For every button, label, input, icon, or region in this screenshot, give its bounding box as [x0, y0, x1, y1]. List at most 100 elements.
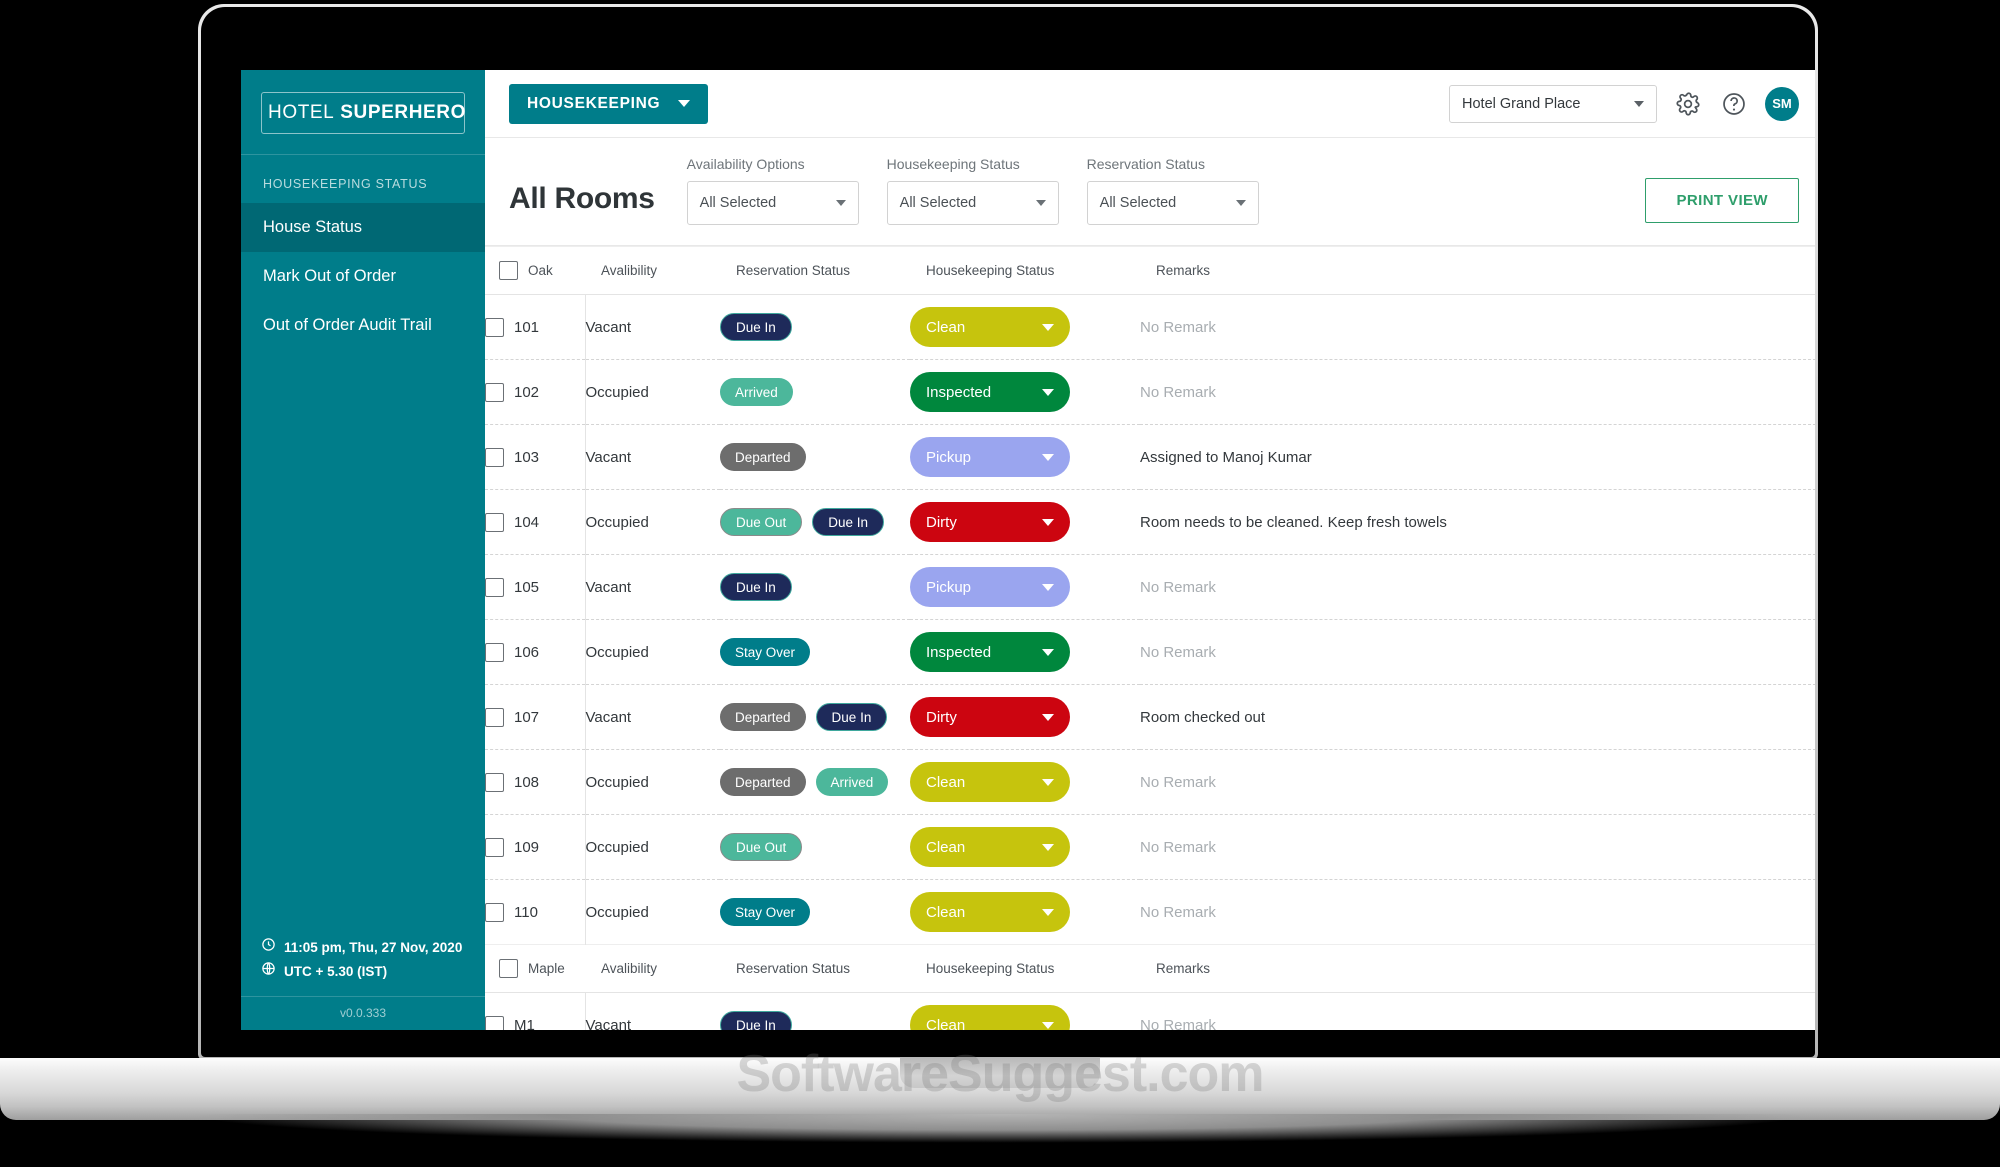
housekeeping-status-cell: Inspected: [910, 619, 1140, 685]
room-number: 107: [514, 708, 540, 726]
remark-text: No Remark: [1140, 838, 1216, 856]
group-header-room: Maple: [485, 944, 585, 993]
housekeeping-status-dropdown[interactable]: Inspected: [910, 632, 1070, 672]
reservation-status-badge: Due In: [720, 573, 792, 601]
filter-reservation-status: Reservation Status All Selected: [1086, 156, 1259, 225]
sidebar-time-text: 11:05 pm, Thu, 27 Nov, 2020: [284, 940, 463, 955]
housekeeping-status-cell: Clean: [910, 879, 1140, 945]
row-checkbox[interactable]: [485, 642, 504, 662]
rooms-table-scroll[interactable]: Oak Avalibility Reservation Status Housekee…: [485, 246, 1815, 1030]
remarks-cell: Room checked out: [1140, 684, 1815, 750]
print-view-button[interactable]: PRINT VIEW: [1645, 178, 1799, 223]
hotel-selector[interactable]: Hotel Grand Place: [1449, 84, 1657, 123]
housekeeping-status-dropdown[interactable]: Clean: [910, 1005, 1070, 1030]
globe-icon: [261, 960, 276, 984]
housekeeping-status-dropdown[interactable]: Pickup: [910, 437, 1070, 477]
housekeeping-status-label: Clean: [926, 773, 966, 791]
room-cell: 107: [485, 684, 586, 750]
sidebar-item-mark-out-of-order[interactable]: Mark Out of Order: [241, 252, 485, 301]
row-checkbox[interactable]: [485, 382, 504, 402]
row-checkbox[interactable]: [485, 902, 504, 922]
sidebar-item-label: House Status: [263, 218, 363, 236]
module-selector-button[interactable]: HOUSEKEEPING: [509, 83, 709, 124]
availability-cell: Occupied: [585, 619, 720, 685]
select-all-checkbox[interactable]: [499, 959, 518, 978]
room-number: 101: [514, 318, 540, 336]
row-checkbox[interactable]: [485, 772, 504, 792]
app-logo[interactable]: HOTEL SUPERHERO: [261, 92, 465, 134]
table-row: 103 Vacant Departed Pickup Assigned to Manoj…: [485, 424, 1815, 490]
reservation-status-cell: Departed Due In: [720, 684, 910, 750]
rooms-table: Oak Avalibility Reservation Status Housekee…: [485, 246, 1815, 1030]
module-selector-label: HOUSEKEEPING: [527, 94, 661, 112]
housekeeping-status-cell: Clean: [910, 814, 1140, 880]
remark-text: No Remark: [1140, 643, 1216, 661]
row-checkbox[interactable]: [485, 707, 504, 727]
housekeeping-status-label: Clean: [926, 838, 966, 856]
group-name: Oak: [528, 263, 553, 278]
room-number: 105: [514, 578, 540, 596]
remark-text: No Remark: [1140, 578, 1216, 596]
reservation-status-badge: Departed: [720, 443, 806, 471]
housekeeping-status-dropdown[interactable]: Clean: [910, 827, 1070, 867]
housekeeping-status-dropdown[interactable]: Clean: [910, 762, 1070, 802]
housekeeping-status-cell: Clean: [910, 992, 1140, 1030]
page-title: All Rooms: [509, 182, 655, 215]
remarks-cell: No Remark: [1140, 992, 1815, 1031]
reservation-status-cell: Due Out Due In: [720, 489, 910, 555]
availability-cell: Occupied: [585, 879, 720, 945]
room-number: 109: [514, 838, 540, 856]
row-checkbox[interactable]: [485, 317, 504, 337]
logo-text-bold: SUPERHERO: [340, 102, 467, 123]
reservation-status-badge: Due Out: [720, 833, 803, 861]
housekeeping-status-dropdown[interactable]: Clean: [910, 892, 1070, 932]
reservation-status-badge: Due In: [812, 508, 885, 536]
housekeeping-status-cell: Pickup: [910, 424, 1140, 490]
table-row: 110 Occupied Stay Over Clean No Remark: [485, 879, 1815, 945]
hotel-selector-value: Hotel Grand Place: [1462, 95, 1581, 112]
table-row: M1 Vacant Due In Clean No Remark: [485, 992, 1815, 1031]
chevron-down-icon: [1042, 713, 1054, 721]
housekeeping-status-dropdown[interactable]: Dirty: [910, 697, 1070, 737]
reservation-status-cell: Departed: [720, 424, 910, 490]
room-number: 108: [514, 773, 540, 791]
question-circle-icon[interactable]: [1719, 89, 1749, 119]
row-checkbox[interactable]: [485, 837, 504, 857]
row-checkbox[interactable]: [485, 447, 504, 467]
select-all-checkbox[interactable]: [499, 261, 518, 280]
availability-options-select[interactable]: All Selected: [686, 181, 859, 225]
housekeeping-status-dropdown[interactable]: Inspected: [910, 372, 1070, 412]
remark-text: Assigned to Manoj Kumar: [1140, 448, 1312, 466]
remark-text: No Remark: [1140, 1016, 1216, 1031]
group-header-row: Oak Avalibility Reservation Status Housekee…: [485, 246, 1815, 295]
housekeeping-status-cell: Clean: [910, 749, 1140, 815]
column-header: Reservation Status: [720, 246, 910, 295]
select-value: All Selected: [699, 195, 777, 211]
gear-icon[interactable]: [1673, 89, 1703, 119]
housekeeping-status-dropdown[interactable]: Clean: [910, 307, 1070, 347]
room-number: 110: [514, 903, 538, 921]
housekeeping-status-label: Inspected: [926, 383, 992, 401]
room-cell: 105: [485, 554, 586, 620]
select-value: All Selected: [899, 195, 977, 211]
sidebar-item-house-status[interactable]: House Status: [241, 203, 485, 252]
row-checkbox[interactable]: [485, 577, 504, 597]
housekeeping-status-dropdown[interactable]: Dirty: [910, 502, 1070, 542]
housekeeping-status-label: Inspected: [926, 643, 992, 661]
sidebar-item-out-of-order-audit-trail[interactable]: Out of Order Audit Trail: [241, 301, 485, 350]
room-cell: M1: [485, 992, 586, 1030]
top-bar: HOUSEKEEPING Hotel Grand Place SM: [485, 70, 1815, 138]
table-row: 109 Occupied Due Out Clean No Remark: [485, 814, 1815, 880]
remark-text: Room needs to be cleaned. Keep fresh tow…: [1140, 513, 1447, 531]
row-checkbox[interactable]: [485, 512, 504, 532]
reservation-status-select[interactable]: All Selected: [1086, 181, 1259, 225]
row-checkbox[interactable]: [485, 1015, 504, 1030]
housekeeping-status-select[interactable]: All Selected: [886, 181, 1059, 225]
chevron-down-icon: [1042, 648, 1054, 656]
reservation-status-badge: Departed: [720, 768, 806, 796]
avatar[interactable]: SM: [1765, 86, 1799, 121]
housekeeping-status-dropdown[interactable]: Pickup: [910, 567, 1070, 607]
housekeeping-status-label: Pickup: [926, 448, 972, 466]
group-name: Maple: [528, 961, 565, 976]
availability-cell: Occupied: [585, 749, 720, 815]
